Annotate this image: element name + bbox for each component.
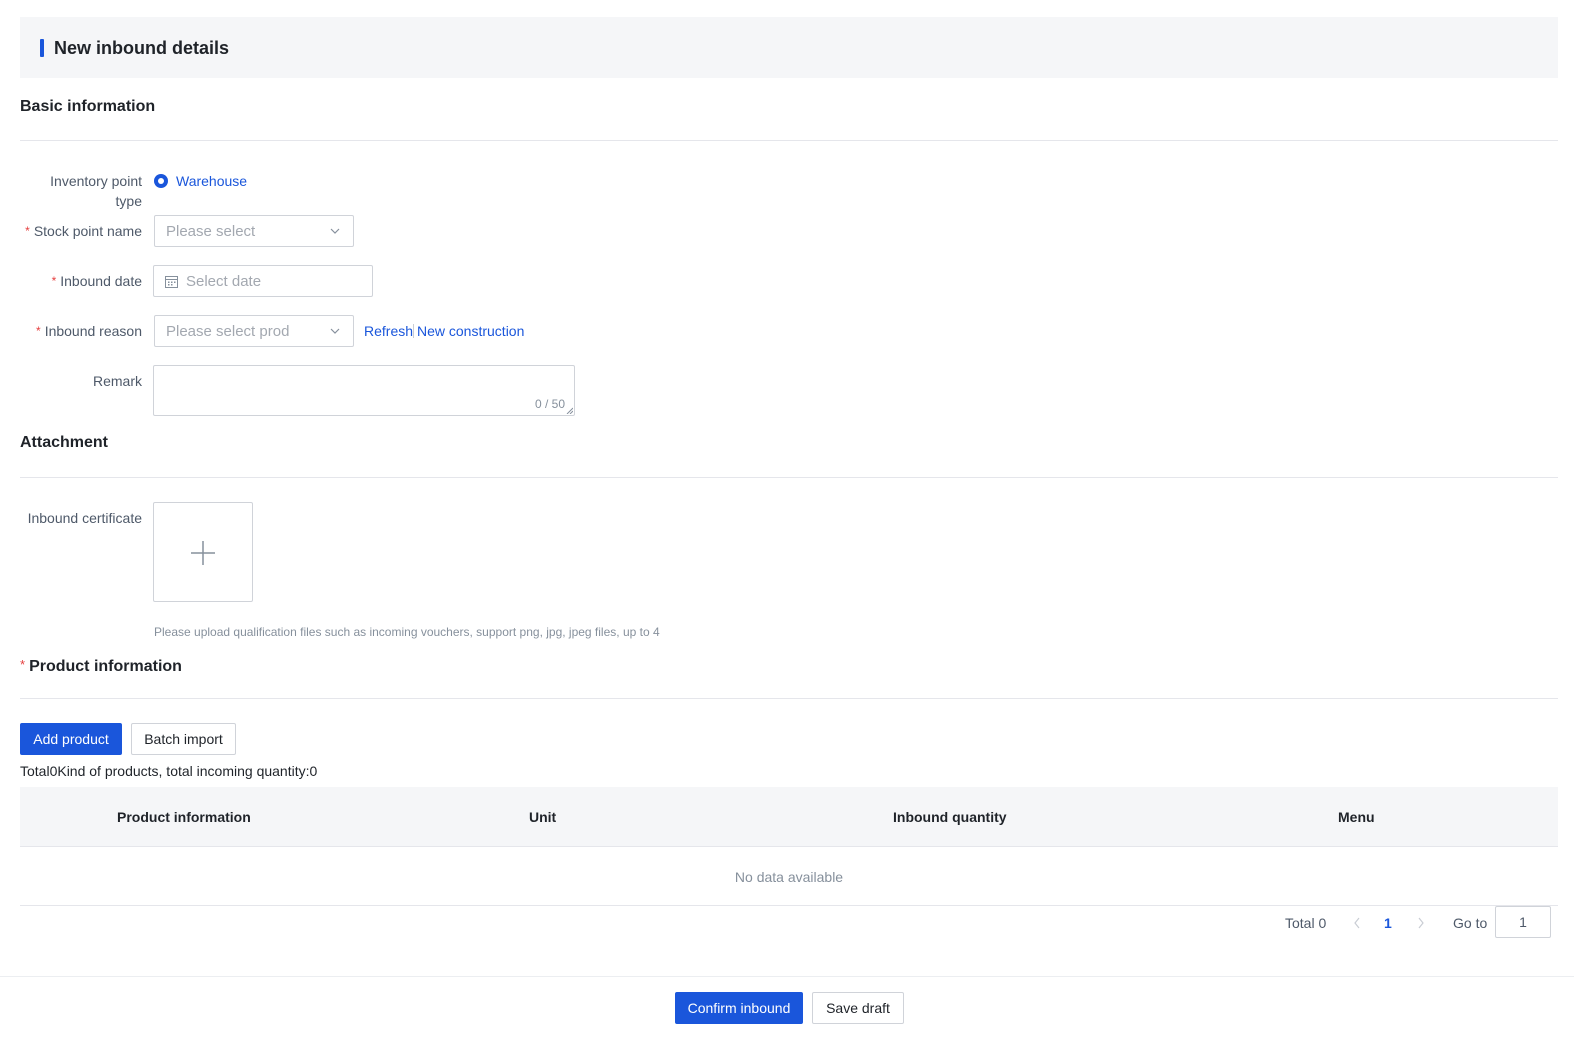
inbound-reason-placeholder: Please select prod	[166, 323, 290, 340]
column-header: Menu	[1338, 809, 1375, 825]
table-empty-row: No data available	[20, 847, 1558, 906]
table-header: Product information Unit Inbound quantit…	[20, 787, 1558, 847]
section-divider	[20, 477, 1558, 478]
section-title-attachment: Attachment	[20, 434, 109, 451]
new-construction-link[interactable]: New construction	[417, 321, 524, 341]
inbound-reason-select[interactable]: Please select prod	[154, 315, 354, 347]
section-divider	[20, 698, 1558, 699]
radio-warehouse[interactable]: Warehouse	[154, 174, 247, 188]
plus-icon	[191, 541, 215, 565]
section-divider	[20, 140, 1558, 141]
title-accent-bar	[40, 39, 44, 57]
products-summary: Total0Kind of products, total incoming q…	[20, 763, 318, 779]
chevron-down-icon	[330, 328, 340, 334]
column-header: Product information	[117, 809, 251, 825]
upload-hint: Please upload qualification files such a…	[154, 625, 660, 639]
remark-label: Remark	[92, 373, 142, 389]
upload-certificate-button[interactable]	[153, 502, 253, 602]
inventory-type-label: Inventory point type	[50, 173, 142, 209]
pagination-page[interactable]: 1	[1384, 915, 1392, 931]
stock-point-label: * Stock point name	[25, 223, 142, 239]
pagination-total: Total 0	[1285, 915, 1327, 931]
page-header: New inbound details	[20, 17, 1558, 78]
add-product-button[interactable]: Add product	[20, 723, 122, 755]
inbound-certificate-label: Inbound certificate	[27, 510, 142, 526]
batch-import-button[interactable]: Batch import	[131, 723, 236, 755]
pagination-goto-input[interactable]: 1	[1495, 906, 1551, 938]
radio-warehouse-label: Warehouse	[176, 173, 248, 189]
inbound-date-placeholder: Select date	[186, 273, 262, 290]
confirm-inbound-button[interactable]: Confirm inbound	[675, 992, 803, 1024]
stock-point-placeholder: Please select	[166, 223, 256, 240]
column-header: Unit	[529, 809, 557, 825]
calendar-icon	[165, 276, 178, 288]
page-title: New inbound details	[54, 38, 230, 58]
pagination-goto-label: Go to	[1453, 915, 1488, 931]
radio-checked-icon	[154, 174, 168, 188]
section-title-product: * Product information	[20, 657, 182, 675]
resize-grip-icon[interactable]	[566, 407, 573, 414]
inbound-reason-label: * Inbound reason	[36, 323, 142, 339]
save-draft-button[interactable]: Save draft	[812, 992, 904, 1024]
empty-message: No data available	[734, 869, 844, 885]
column-header: Inbound quantity	[893, 809, 1007, 825]
link-separator	[413, 324, 414, 338]
stock-point-select[interactable]: Please select	[154, 215, 354, 247]
section-title-basic: Basic information	[20, 98, 156, 115]
remark-char-count: 0 / 50	[534, 397, 565, 411]
inbound-date-picker[interactable]: Select date	[153, 265, 373, 297]
chevron-left-icon[interactable]	[1352, 917, 1362, 929]
inbound-date-label: * Inbound date	[51, 273, 142, 289]
chevron-right-icon[interactable]	[1416, 917, 1426, 929]
chevron-down-icon	[330, 228, 340, 234]
remark-textarea[interactable]: 0 / 50	[153, 365, 575, 416]
refresh-link[interactable]: Refresh	[364, 321, 413, 341]
